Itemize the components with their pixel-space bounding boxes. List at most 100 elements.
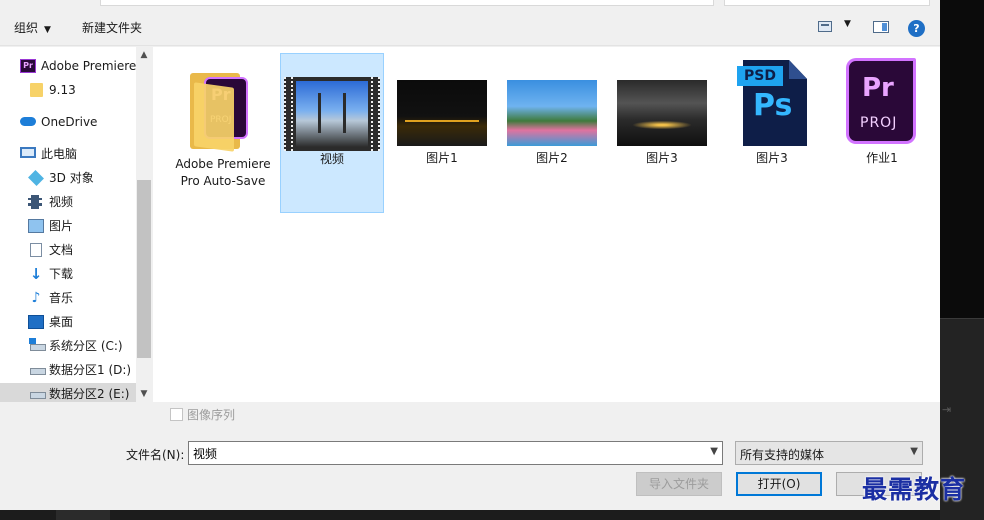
nav-item-pictures[interactable]: 图片	[0, 215, 136, 237]
nav-item-label: 系统分区 (C:)	[49, 339, 123, 353]
file-name: 图片3	[756, 151, 788, 165]
video-frame	[296, 81, 368, 147]
open-button[interactable]: 打开(O)	[736, 472, 822, 496]
music-icon: ♪	[31, 290, 41, 306]
nav-item-drive-e[interactable]: 数据分区2 (E:)	[0, 383, 136, 402]
desktop-icon	[28, 315, 44, 329]
image-sequence-option[interactable]: 图像序列	[170, 406, 235, 423]
file-name: Adobe Premiere Pro Auto-Save	[175, 157, 271, 188]
nav-item-onedrive[interactable]: OneDrive	[0, 111, 136, 133]
file-item-psd[interactable]: Ps PSD 图片3	[720, 53, 824, 213]
nav-item-label: 9.13	[49, 83, 76, 97]
drive-d-icon	[30, 368, 46, 375]
view-icon	[818, 21, 832, 32]
nav-item-label: Adobe Premiere	[41, 59, 136, 73]
watermark: 最需教育	[862, 475, 967, 504]
photoshop-logo-text: Ps	[753, 88, 793, 123]
chevron-down-icon[interactable]: ▼	[710, 446, 718, 457]
scroll-up-icon[interactable]: ▲	[136, 47, 152, 63]
nav-item-9-13[interactable]: 9.13	[0, 79, 136, 101]
file-name: 视频	[319, 152, 344, 166]
image-sequence-label: 图像序列	[187, 408, 236, 422]
downloads-icon: ↓	[29, 265, 43, 283]
chevron-down-icon: ▼	[844, 19, 851, 29]
drive-c-icon	[29, 338, 46, 351]
photoshop-file-icon: Ps PSD	[737, 58, 807, 148]
nav-item-label: OneDrive	[41, 115, 98, 129]
onedrive-icon	[20, 117, 36, 126]
file-item-project[interactable]: Pr PROJ 作业1	[830, 53, 934, 213]
image-thumbnail	[397, 80, 487, 146]
nav-item-label: 桌面	[49, 315, 74, 329]
prproj-document: Pr PROJ	[846, 58, 916, 144]
video-thumbnail	[284, 77, 380, 151]
file-item-image2[interactable]: 图片2	[500, 53, 604, 213]
nav-item-label: 数据分区2 (E:)	[49, 387, 130, 401]
file-item-image3[interactable]: 图片3	[610, 53, 714, 213]
filename-input[interactable]	[193, 445, 693, 461]
nav-item-music[interactable]: ♪ 音乐	[0, 287, 136, 309]
premiere-bottom-bar	[0, 510, 940, 520]
nav-item-label: 文档	[49, 243, 74, 257]
file-item-folder[interactable]: Pr PROJ Adobe Premiere Pro Auto-Save	[171, 53, 275, 213]
folder-front	[194, 82, 234, 152]
image-sequence-checkbox[interactable]	[170, 408, 183, 421]
file-item-image1[interactable]: 图片1	[390, 53, 494, 213]
film-strip	[284, 77, 293, 151]
image-thumbnail	[617, 80, 707, 146]
chevron-down-icon: ▼	[910, 446, 918, 457]
premiere-timeline-control	[56, 510, 110, 520]
search-box[interactable]	[724, 0, 930, 6]
premiere-proj-text: PROJ	[860, 115, 898, 131]
nav-item-label: 数据分区1 (D:)	[49, 363, 132, 377]
scrollbar-thumb[interactable]	[137, 180, 151, 358]
nav-item-label: 3D 对象	[49, 171, 94, 185]
file-name: 作业1	[866, 151, 898, 165]
nav-item-label: 此电脑	[41, 147, 78, 161]
filetype-value: 所有支持的媒体	[740, 448, 825, 462]
premiere-icon: Pr	[20, 59, 36, 73]
filetype-select[interactable]: 所有支持的媒体 ▼	[735, 441, 923, 465]
change-view-button[interactable]: ▼	[818, 19, 858, 36]
nav-scrollbar[interactable]: ▲ ▼	[136, 47, 152, 402]
address-bar[interactable]	[100, 0, 714, 6]
premiere-logo-text: Pr	[862, 73, 894, 103]
nav-item-this-pc[interactable]: 此电脑	[0, 143, 136, 165]
organize-button[interactable]: 组织 ▼	[14, 19, 51, 36]
nav-item-adobe-premiere[interactable]: Pr Adobe Premiere	[0, 55, 136, 77]
file-item-video[interactable]: 视频	[280, 53, 384, 213]
toolbar: 组织 ▼ 新建文件夹 ▼ ?	[0, 8, 940, 46]
nav-item-label: 视频	[49, 195, 74, 209]
videos-icon	[28, 195, 42, 209]
nav-item-label: 图片	[49, 219, 74, 233]
file-list: Pr PROJ Adobe Premiere Pro Auto-Save 视频 …	[153, 47, 940, 402]
nav-item-drive-c[interactable]: 系统分区 (C:)	[0, 335, 136, 357]
nav-item-documents[interactable]: 文档	[0, 239, 136, 261]
import-folder-button[interactable]: 导入文件夹	[636, 472, 722, 496]
nav-item-label: 音乐	[49, 291, 74, 305]
address-row	[0, 0, 940, 8]
psd-tag: PSD	[737, 66, 783, 86]
help-icon[interactable]: ?	[908, 20, 925, 37]
pictures-icon	[28, 219, 44, 233]
nav-item-downloads[interactable]: ↓ 下载	[0, 263, 136, 285]
computer-icon	[20, 147, 36, 158]
file-name: 图片2	[536, 151, 568, 165]
organize-label: 组织	[14, 21, 39, 35]
file-name: 图片3	[646, 151, 678, 165]
navigation-pane: Pr Adobe Premiere 9.13 OneDrive 此电脑 3D 对…	[0, 47, 152, 402]
folder-icon	[30, 83, 43, 97]
nav-item-3d-objects[interactable]: 3D 对象	[0, 167, 136, 189]
premiere-project-icon: Pr PROJ	[846, 58, 918, 148]
preview-pane-icon[interactable]	[873, 21, 889, 33]
3d-objects-icon	[28, 170, 44, 186]
image-thumbnail	[507, 80, 597, 146]
nav-item-drive-d[interactable]: 数据分区1 (D:)	[0, 359, 136, 381]
open-file-dialog: 组织 ▼ 新建文件夹 ▼ ? Pr Adobe Premiere 9.13 One…	[0, 0, 940, 510]
filename-combobox[interactable]: ▼	[188, 441, 723, 465]
new-folder-button[interactable]: 新建文件夹	[82, 19, 142, 36]
nav-item-desktop[interactable]: 桌面	[0, 311, 136, 333]
drive-e-icon	[30, 392, 46, 399]
scroll-down-icon[interactable]: ▼	[136, 386, 152, 402]
nav-item-videos[interactable]: 视频	[0, 191, 136, 213]
